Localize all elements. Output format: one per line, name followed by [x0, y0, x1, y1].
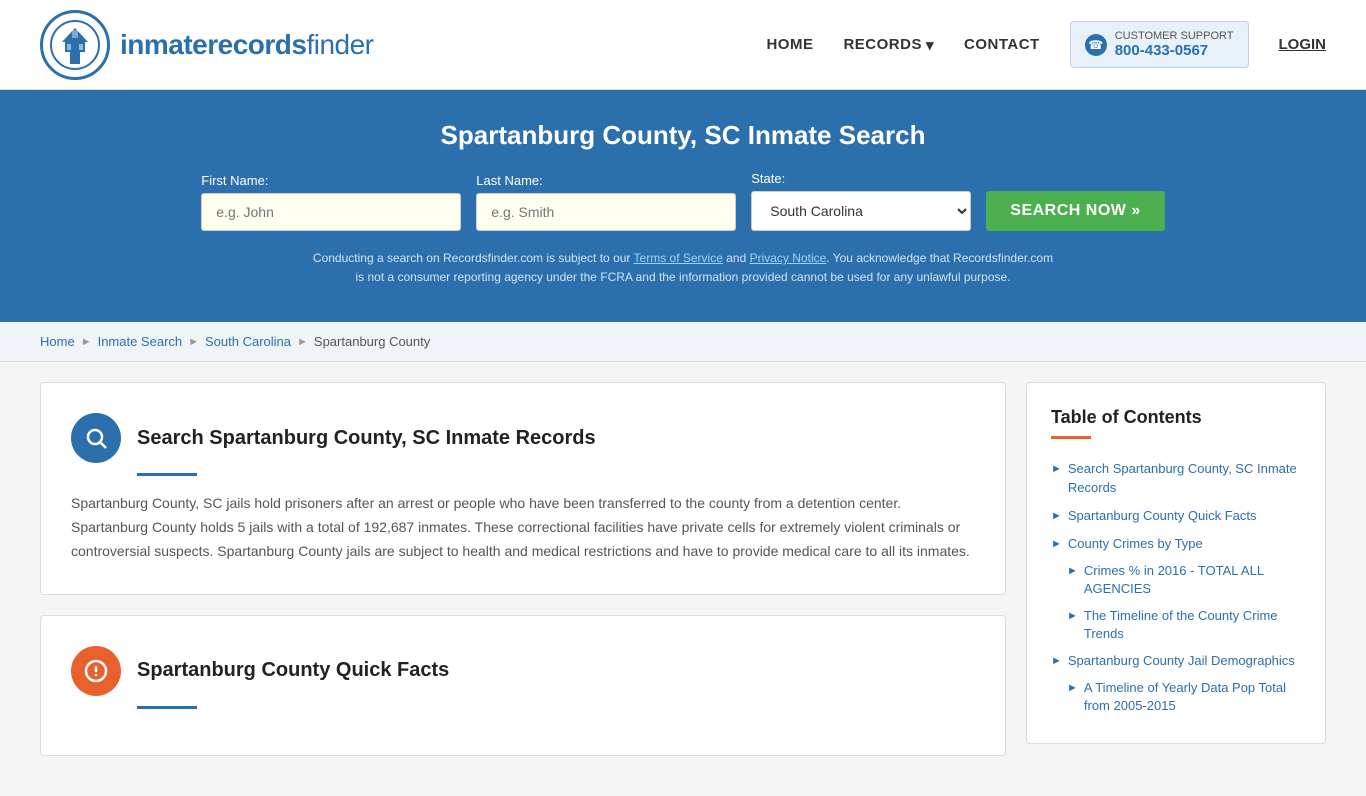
toc-link-2[interactable]: Spartanburg County Quick Facts: [1068, 507, 1257, 525]
search-form: First Name: Last Name: State: South Caro…: [40, 171, 1326, 231]
toc-item-4[interactable]: ► Crimes % in 2016 - TOTAL ALL AGENCIES: [1067, 558, 1301, 602]
chevron-right-icon-6: ►: [1051, 655, 1062, 667]
chevron-right-icon-3: ►: [1051, 538, 1062, 550]
toc-item-6[interactable]: ► Spartanburg County Jail Demographics: [1051, 647, 1301, 675]
logo-text: inmaterecordsfinder: [120, 29, 374, 61]
state-group: State: South Carolina: [751, 171, 971, 231]
last-name-group: Last Name:: [476, 173, 736, 231]
privacy-link[interactable]: Privacy Notice: [750, 251, 827, 265]
toc-link-5[interactable]: The Timeline of the County Crime Trends: [1084, 607, 1301, 643]
chevron-right-icon-4: ►: [1067, 565, 1078, 577]
quick-facts-icon: [71, 646, 121, 696]
quick-facts-card: Spartanburg County Quick Facts: [40, 615, 1006, 756]
content-area: Search Spartanburg County, SC Inmate Rec…: [40, 382, 1006, 775]
chevron-right-icon-5: ►: [1067, 610, 1078, 622]
breadcrumb-sep-3: ►: [297, 336, 308, 348]
terms-link[interactable]: Terms of Service: [634, 251, 723, 265]
toc-link-7[interactable]: A Timeline of Yearly Data Pop Total from…: [1084, 679, 1301, 715]
state-select[interactable]: South Carolina: [751, 191, 971, 231]
main-nav: HOME RECORDS ▾ CONTACT ☎ CUSTOMER SUPPOR…: [766, 21, 1326, 68]
main-section-card: Search Spartanburg County, SC Inmate Rec…: [40, 382, 1006, 594]
nav-contact[interactable]: CONTACT: [964, 36, 1040, 53]
toc-item-7[interactable]: ► A Timeline of Yearly Data Pop Total fr…: [1067, 675, 1301, 719]
customer-support-box: ☎ CUSTOMER SUPPORT 800-433-0567: [1070, 21, 1249, 68]
last-name-label: Last Name:: [476, 173, 542, 188]
first-name-group: First Name:: [201, 173, 461, 231]
state-label: State:: [751, 171, 785, 186]
toc-item-2[interactable]: ► Spartanburg County Quick Facts: [1051, 502, 1301, 530]
breadcrumb-current: Spartanburg County: [314, 334, 430, 349]
main-section-body: Spartanburg County, SC jails hold prison…: [71, 492, 975, 563]
chevron-down-icon: ▾: [926, 36, 934, 54]
main-section-title: Search Spartanburg County, SC Inmate Rec…: [137, 427, 596, 450]
chevron-right-icon-7: ►: [1067, 682, 1078, 694]
toc-link-1[interactable]: Search Spartanburg County, SC Inmate Rec…: [1068, 460, 1301, 496]
page-title: Spartanburg County, SC Inmate Search: [40, 120, 1326, 151]
quick-facts-underline: [137, 706, 197, 709]
toc-card: Table of Contents ► Search Spartanburg C…: [1026, 382, 1326, 744]
sidebar: Table of Contents ► Search Spartanburg C…: [1026, 382, 1326, 775]
main-content: Search Spartanburg County, SC Inmate Rec…: [0, 362, 1366, 795]
chevron-right-icon: ►: [1051, 463, 1062, 475]
nav-home[interactable]: HOME: [766, 36, 813, 53]
toc-title: Table of Contents: [1051, 407, 1301, 428]
toc-sub-list-2: ► A Timeline of Yearly Data Pop Total fr…: [1051, 675, 1301, 719]
toc-item-5[interactable]: ► The Timeline of the County Crime Trend…: [1067, 603, 1301, 647]
search-now-button[interactable]: SEARCH NOW »: [986, 191, 1164, 231]
breadcrumb-south-carolina[interactable]: South Carolina: [205, 334, 291, 349]
logo-area: inmaterecordsfinder: [40, 10, 374, 80]
quick-facts-title: Spartanburg County Quick Facts: [137, 659, 449, 682]
toc-link-3[interactable]: County Crimes by Type: [1068, 535, 1203, 553]
toc-underline: [1051, 436, 1091, 439]
toc-sub-list: ► Crimes % in 2016 - TOTAL ALL AGENCIES …: [1051, 558, 1301, 647]
toc-item-3[interactable]: ► County Crimes by Type: [1051, 530, 1301, 558]
toc-list: ► Search Spartanburg County, SC Inmate R…: [1051, 455, 1301, 719]
search-disclaimer: Conducting a search on Recordsfinder.com…: [308, 249, 1058, 287]
toc-link-6[interactable]: Spartanburg County Jail Demographics: [1068, 652, 1295, 670]
headset-icon: ☎: [1085, 34, 1107, 56]
hero-section: Spartanburg County, SC Inmate Search Fir…: [0, 90, 1366, 322]
nav-login[interactable]: LOGIN: [1279, 36, 1327, 53]
nav-records[interactable]: RECORDS ▾: [843, 36, 934, 54]
toc-link-4[interactable]: Crimes % in 2016 - TOTAL ALL AGENCIES: [1084, 562, 1301, 598]
support-info: CUSTOMER SUPPORT 800-433-0567: [1115, 30, 1234, 59]
breadcrumb: Home ► Inmate Search ► South Carolina ► …: [0, 322, 1366, 362]
first-name-input[interactable]: [201, 193, 461, 231]
breadcrumb-home[interactable]: Home: [40, 334, 75, 349]
breadcrumb-sep-1: ►: [81, 336, 92, 348]
main-section-header: Search Spartanburg County, SC Inmate Rec…: [71, 413, 975, 463]
quick-facts-header: Spartanburg County Quick Facts: [71, 646, 975, 696]
last-name-input[interactable]: [476, 193, 736, 231]
breadcrumb-sep-2: ►: [188, 336, 199, 348]
site-header: inmaterecordsfinder HOME RECORDS ▾ CONTA…: [0, 0, 1366, 90]
first-name-label: First Name:: [201, 173, 268, 188]
chevron-right-icon-2: ►: [1051, 510, 1062, 522]
search-section-icon: [71, 413, 121, 463]
logo-icon: [40, 10, 110, 80]
breadcrumb-inmate-search[interactable]: Inmate Search: [98, 334, 183, 349]
main-section-underline: [137, 473, 197, 476]
toc-item-1[interactable]: ► Search Spartanburg County, SC Inmate R…: [1051, 455, 1301, 501]
